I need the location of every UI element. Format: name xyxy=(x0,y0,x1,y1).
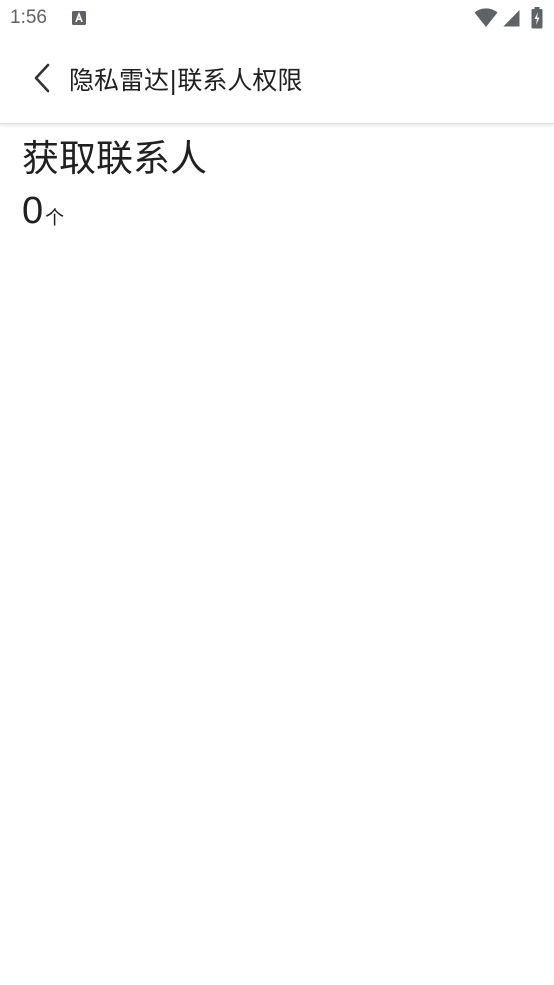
count-value: 0 xyxy=(22,190,44,232)
contacts-count: 0 个 xyxy=(22,190,532,232)
chevron-left-icon xyxy=(31,63,53,97)
status-bar: 1:56 xyxy=(0,0,554,38)
back-button[interactable] xyxy=(22,58,62,102)
section-title: 获取联系人 xyxy=(22,137,207,180)
contacts-access-section: 获取联系人 0 个 xyxy=(22,136,532,232)
wifi-icon xyxy=(474,8,498,28)
app-bar: 隐私雷达|联系人权限 xyxy=(0,38,554,124)
battery-charging-icon xyxy=(531,7,543,29)
signal-icon xyxy=(503,9,520,27)
count-unit: 个 xyxy=(45,207,65,229)
page-title: 隐私雷达|联系人权限 xyxy=(69,66,303,95)
status-time: 1:56 xyxy=(10,7,47,28)
text-a-icon xyxy=(71,10,87,26)
